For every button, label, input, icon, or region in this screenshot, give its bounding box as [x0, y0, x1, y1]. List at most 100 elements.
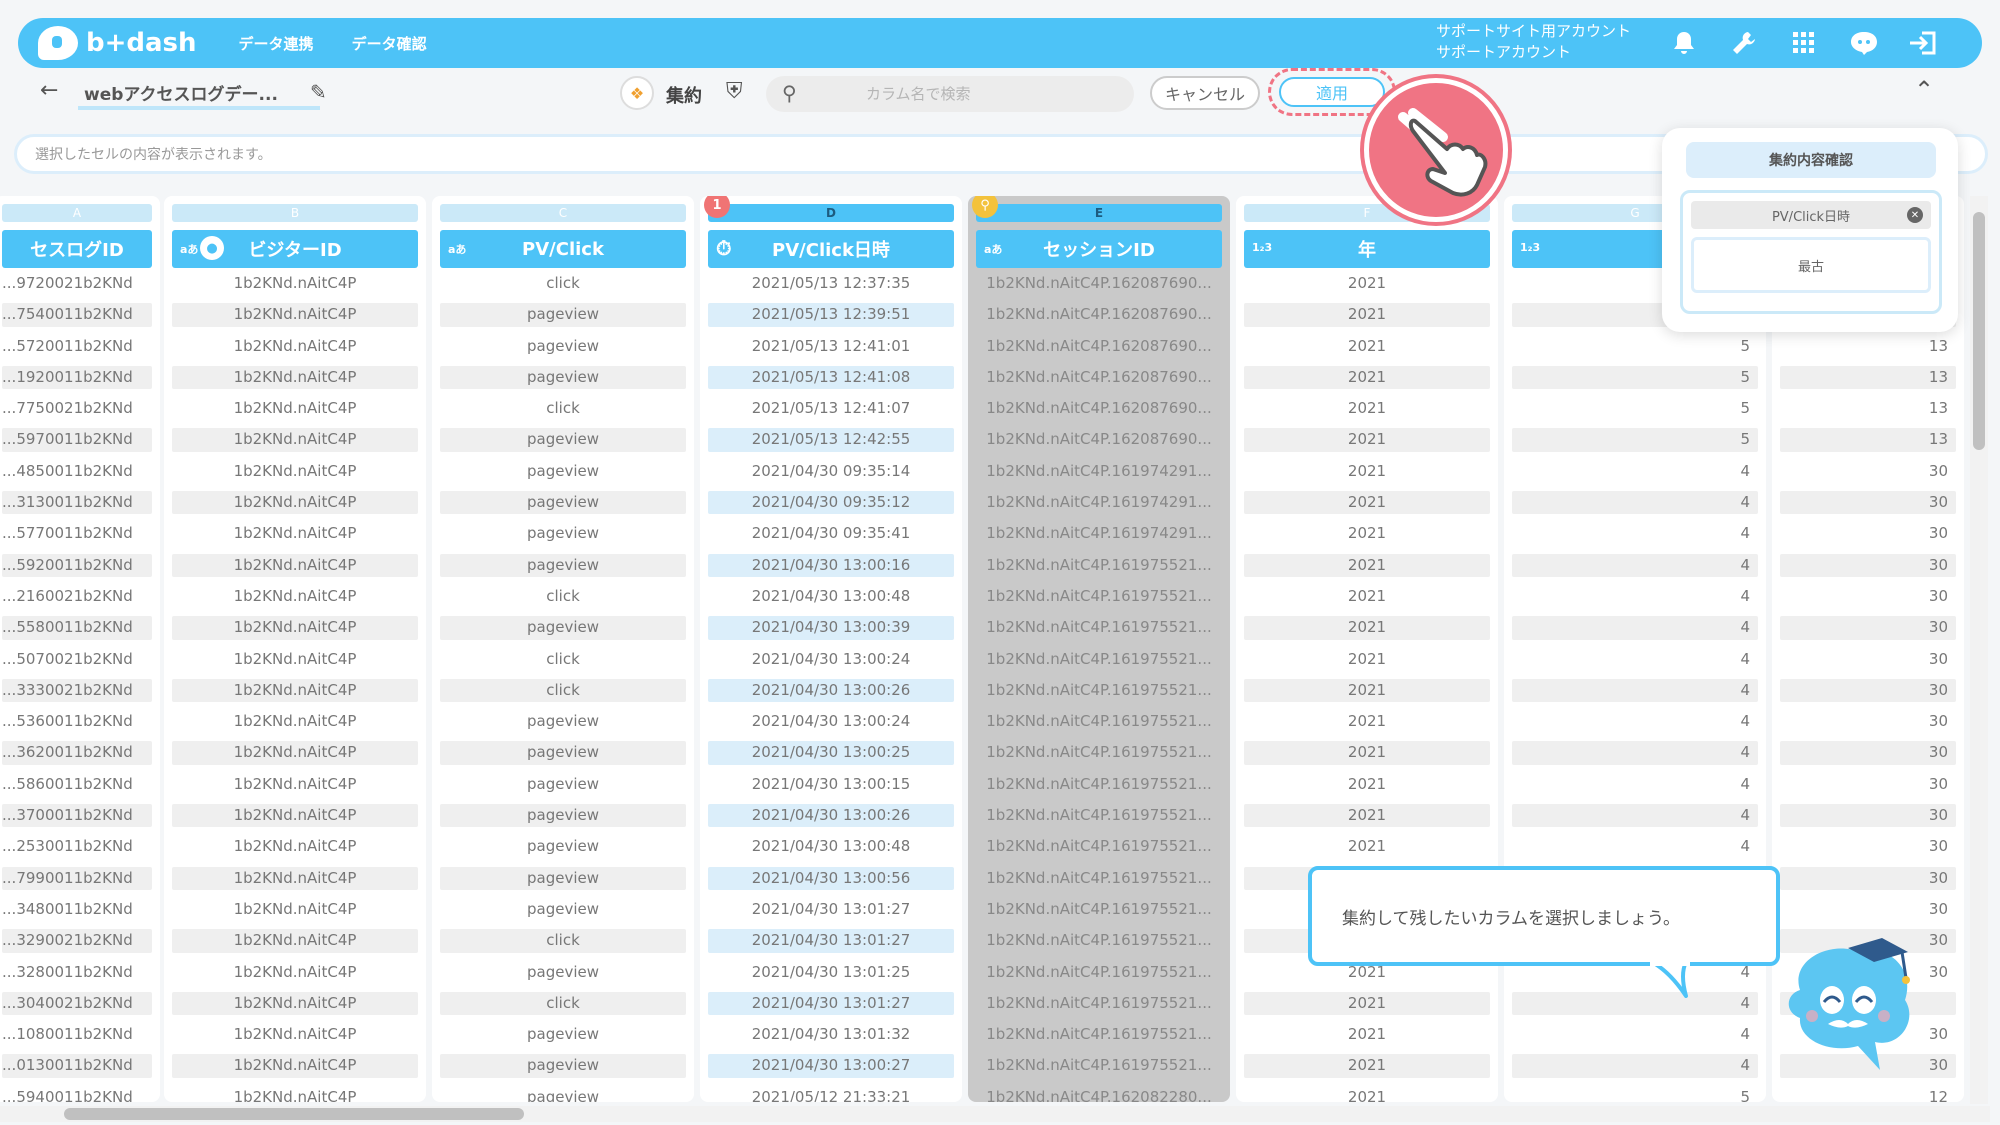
table-cell[interactable]: 2021/04/30 13:01:25: [708, 961, 954, 984]
table-cell[interactable]: 2021: [1244, 585, 1490, 608]
table-cell[interactable]: pageview: [440, 303, 686, 327]
table-cell[interactable]: 1b2KNd.nAitC4P.161975521...: [976, 898, 1222, 921]
table-cell[interactable]: pageview: [440, 491, 686, 515]
mascot-help-icon[interactable]: [1848, 27, 1880, 59]
table-cell[interactable]: 4850011b2KNd...: [2, 460, 152, 483]
nav-link-data-integration[interactable]: データ連携: [239, 33, 314, 54]
table-cell[interactable]: 1b2KNd.nAitC4P: [172, 460, 418, 483]
table-cell[interactable]: 1b2KNd.nAitC4P: [172, 678, 418, 703]
table-cell[interactable]: 2021: [1244, 460, 1490, 483]
table-cell[interactable]: 1b2KNd.nAitC4P.161975521...: [976, 961, 1222, 984]
vertical-scroll-thumb[interactable]: [1973, 212, 1985, 450]
table-cell[interactable]: 1b2KNd.nAitC4P: [172, 397, 418, 420]
table-cell[interactable]: 2021: [1244, 553, 1490, 577]
table-cell[interactable]: 5580011b2KNd...: [2, 616, 152, 640]
table-cell[interactable]: 2021/04/30 13:00:24: [708, 648, 954, 671]
table-cell[interactable]: 4: [1512, 991, 1758, 1016]
table-cell[interactable]: click: [440, 648, 686, 671]
table-cell[interactable]: 2021: [1244, 648, 1490, 671]
table-cell[interactable]: 2021/04/30 13:00:56: [708, 866, 954, 890]
table-cell[interactable]: 5360011b2KNd...: [2, 710, 152, 733]
table-cell[interactable]: 2021: [1244, 272, 1490, 295]
table-cell[interactable]: 1b2KNd.nAitC4P.161975521...: [976, 585, 1222, 608]
table-cell[interactable]: 13: [1780, 335, 1956, 358]
table-cell[interactable]: 2021/04/30 13:00:26: [708, 678, 954, 703]
table-cell[interactable]: 30: [1780, 460, 1956, 483]
table-cell[interactable]: pageview: [440, 553, 686, 577]
table-cell[interactable]: 2021: [1244, 678, 1490, 703]
table-cell[interactable]: click: [440, 678, 686, 703]
table-cell[interactable]: 1b2KNd.nAitC4P.162087690...: [976, 428, 1222, 451]
table-cell[interactable]: 5920011b2KNd...: [2, 553, 152, 577]
table-cell[interactable]: 2021/05/13 12:41:01: [708, 335, 954, 358]
table-cell[interactable]: 1b2KNd.nAitC4P.162087690...: [976, 335, 1222, 358]
table-cell[interactable]: 1b2KNd.nAitC4P.161975521...: [976, 710, 1222, 733]
table-cell[interactable]: 2160021b2KNd...: [2, 585, 152, 608]
account-info[interactable]: サポートサイト用アカウント サポートアカウント: [1436, 21, 1631, 63]
wrench-icon[interactable]: [1728, 27, 1760, 59]
table-cell[interactable]: 1b2KNd.nAitC4P.161975521...: [976, 1023, 1222, 1046]
table-cell[interactable]: 2530011b2KNd...: [2, 835, 152, 858]
chevron-up-icon[interactable]: ⌃: [1914, 76, 1934, 104]
table-cell[interactable]: 1b2KNd.nAitC4P.161975521...: [976, 648, 1222, 671]
table-cell[interactable]: 2021: [1244, 741, 1490, 765]
table-cell[interactable]: 30: [1780, 866, 1956, 890]
column-d[interactable]: D 1 ⏱ PV/Click日時 2021/05/13 12:37:35 2021…: [700, 196, 962, 1102]
table-cell[interactable]: 4: [1512, 804, 1758, 828]
table-cell[interactable]: 5: [1512, 397, 1758, 420]
table-cell[interactable]: pageview: [440, 866, 686, 890]
column-f[interactable]: F 1₂3 年 2021 2021 2021 2021 2021 2021 2021 2021…: [1236, 196, 1498, 1102]
table-cell[interactable]: 1b2KNd.nAitC4P: [172, 991, 418, 1016]
table-cell[interactable]: 1b2KNd.nAitC4P: [172, 585, 418, 608]
table-cell[interactable]: 2021: [1244, 428, 1490, 452]
table-cell[interactable]: 1b2KNd.nAitC4P.161975521...: [976, 835, 1222, 858]
table-cell[interactable]: pageview: [440, 961, 686, 984]
table-cell[interactable]: 30: [1780, 773, 1956, 796]
table-cell[interactable]: 4: [1512, 678, 1758, 703]
table-cell[interactable]: click: [440, 272, 686, 295]
table-cell[interactable]: 1b2KNd.nAitC4P.161974291...: [976, 522, 1222, 545]
table-cell[interactable]: 2021: [1244, 616, 1490, 640]
table-cell[interactable]: pageview: [440, 1054, 686, 1078]
table-cell[interactable]: 1b2KNd.nAitC4P: [172, 491, 418, 515]
table-cell[interactable]: 1b2KNd.nAitC4P.161975521...: [976, 929, 1222, 952]
table-cell[interactable]: 2021/04/30 13:00:26: [708, 804, 954, 828]
table-cell[interactable]: 4: [1512, 710, 1758, 733]
table-cell[interactable]: 30: [1780, 491, 1956, 515]
table-cell[interactable]: 2021: [1244, 710, 1490, 733]
vertical-scrollbar[interactable]: [1970, 196, 1988, 1104]
table-cell[interactable]: 5770011b2KNd...: [2, 522, 152, 545]
table-cell[interactable]: 2021: [1244, 991, 1490, 1016]
table-cell[interactable]: 5720011b2KNd...: [2, 335, 152, 358]
table-cell[interactable]: 2021: [1244, 491, 1490, 515]
table-cell[interactable]: pageview: [440, 522, 686, 545]
logout-icon[interactable]: [1908, 27, 1940, 59]
table-cell[interactable]: 2021/04/30 13:00:16: [708, 553, 954, 577]
table-cell[interactable]: 2021/04/30 13:01:27: [708, 898, 954, 921]
column-header[interactable]: 1₂3 年: [1244, 230, 1490, 268]
table-cell[interactable]: 2021/04/30 13:00:25: [708, 741, 954, 765]
table-cell[interactable]: 1b2KNd.nAitC4P: [172, 710, 418, 733]
table-cell[interactable]: 1b2KNd.nAitC4P.161974291...: [976, 491, 1222, 514]
table-cell[interactable]: 1b2KNd.nAitC4P.162082280...: [976, 1086, 1222, 1102]
table-cell[interactable]: 1b2KNd.nAitC4P.162087690...: [976, 366, 1222, 389]
table-cell[interactable]: 2021: [1244, 522, 1490, 545]
table-cell[interactable]: 2021/05/13 12:42:55: [708, 428, 954, 452]
table-cell[interactable]: 30: [1780, 804, 1956, 828]
table-cell[interactable]: 1b2KNd.nAitC4P: [172, 741, 418, 765]
table-cell[interactable]: pageview: [440, 1086, 686, 1102]
table-cell[interactable]: 1b2KNd.nAitC4P: [172, 898, 418, 921]
table-cell[interactable]: 30: [1780, 522, 1956, 545]
table-cell[interactable]: 3040021b2KNd...: [2, 991, 152, 1016]
table-cell[interactable]: 5: [1512, 335, 1758, 358]
table-cell[interactable]: pageview: [440, 741, 686, 765]
table-cell[interactable]: 12: [1780, 1086, 1956, 1102]
table-cell[interactable]: 4: [1512, 553, 1758, 577]
table-cell[interactable]: 3290021b2KNd...: [2, 929, 152, 953]
back-arrow-icon[interactable]: ←: [40, 78, 58, 103]
table-cell[interactable]: pageview: [440, 460, 686, 483]
table-cell[interactable]: 4: [1512, 741, 1758, 765]
table-cell[interactable]: 2021: [1244, 303, 1490, 327]
table-cell[interactable]: 30: [1780, 898, 1956, 921]
table-cell[interactable]: 2021/05/13 12:41:07: [708, 397, 954, 420]
